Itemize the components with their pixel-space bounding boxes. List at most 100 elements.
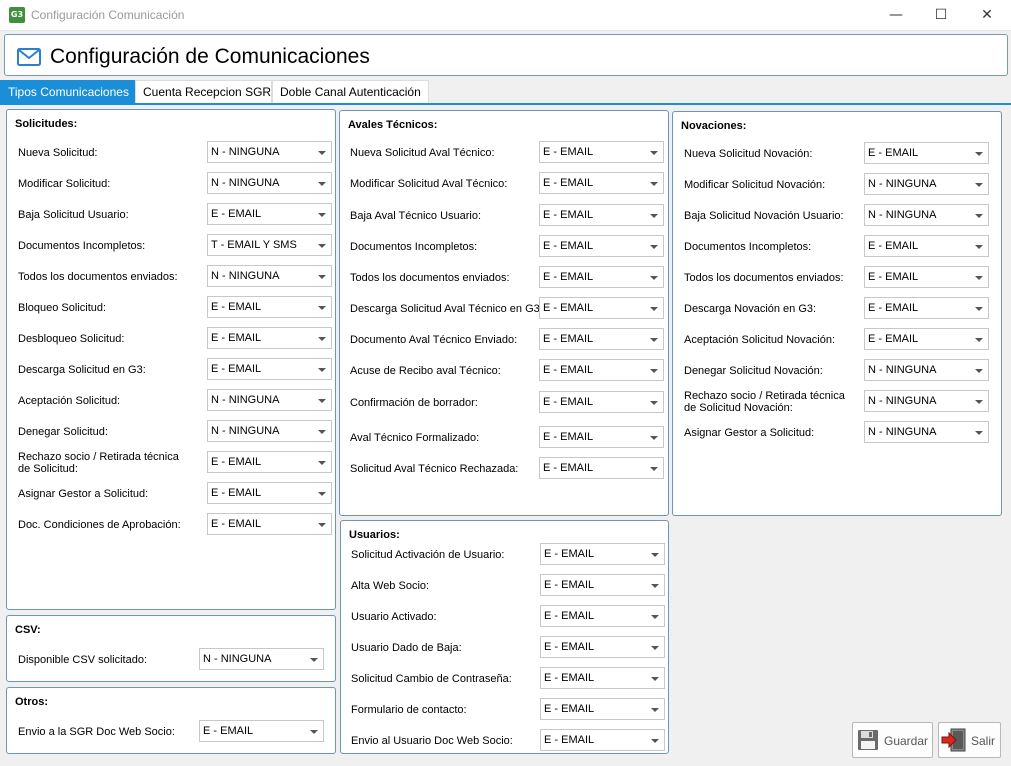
notification-type-select[interactable]: E - EMAIL bbox=[207, 203, 332, 225]
row-label: Bloqueo Solicitud: bbox=[18, 302, 107, 314]
dropdown-arrow-icon[interactable] bbox=[318, 337, 326, 341]
notification-type-select[interactable]: N - NINGUNA bbox=[864, 204, 989, 226]
dropdown-arrow-icon[interactable] bbox=[975, 431, 983, 435]
salir-button[interactable]: Salir bbox=[938, 722, 1001, 758]
notification-type-select[interactable]: N - NINGUNA bbox=[864, 173, 989, 195]
dropdown-arrow-icon[interactable] bbox=[650, 151, 658, 155]
notification-type-select[interactable]: E - EMAIL bbox=[539, 266, 664, 288]
dropdown-arrow-icon[interactable] bbox=[310, 658, 318, 662]
dropdown-arrow-icon[interactable] bbox=[651, 584, 659, 588]
dropdown-arrow-icon[interactable] bbox=[318, 244, 326, 248]
notification-type-select[interactable]: N - NINGUNA bbox=[864, 421, 989, 443]
dropdown-arrow-icon[interactable] bbox=[975, 152, 983, 156]
notification-type-select[interactable]: E - EMAIL bbox=[207, 451, 332, 473]
dropdown-arrow-icon[interactable] bbox=[975, 338, 983, 342]
dropdown-arrow-icon[interactable] bbox=[651, 646, 659, 650]
notification-type-select[interactable]: N - NINGUNA bbox=[864, 390, 989, 412]
notification-type-select[interactable]: E - EMAIL bbox=[864, 328, 989, 350]
notification-type-select[interactable]: E - EMAIL bbox=[540, 667, 665, 689]
close-button[interactable]: ✕ bbox=[964, 0, 1010, 31]
tab-cuenta-recepcion-sgr[interactable]: Cuenta Recepcion SGR bbox=[135, 80, 272, 104]
notification-type-select[interactable]: E - EMAIL bbox=[539, 141, 664, 163]
dropdown-arrow-icon[interactable] bbox=[318, 430, 326, 434]
notification-type-select[interactable]: N - NINGUNA bbox=[207, 420, 332, 442]
dropdown-arrow-icon[interactable] bbox=[650, 307, 658, 311]
dropdown-arrow-icon[interactable] bbox=[318, 399, 326, 403]
dropdown-arrow-icon[interactable] bbox=[318, 523, 326, 527]
dropdown-arrow-icon[interactable] bbox=[975, 400, 983, 404]
window-title: Configuración Comunicación bbox=[31, 8, 185, 22]
notification-type-select[interactable]: E - EMAIL bbox=[207, 327, 332, 349]
dropdown-arrow-icon[interactable] bbox=[975, 183, 983, 187]
dropdown-arrow-icon[interactable] bbox=[318, 151, 326, 155]
notification-type-select[interactable]: E - EMAIL bbox=[864, 266, 989, 288]
notification-type-select[interactable]: E - EMAIL bbox=[540, 729, 665, 751]
notification-type-select[interactable]: E - EMAIL bbox=[539, 204, 664, 226]
dropdown-arrow-icon[interactable] bbox=[650, 436, 658, 440]
dropdown-arrow-icon[interactable] bbox=[650, 214, 658, 218]
guardar-button[interactable]: Guardar bbox=[852, 722, 933, 758]
select-value: N - NINGUNA bbox=[211, 270, 280, 282]
notification-type-select[interactable]: N - NINGUNA bbox=[207, 172, 332, 194]
row-label: Usuario Activado: bbox=[351, 611, 437, 623]
dropdown-arrow-icon[interactable] bbox=[651, 615, 659, 619]
notification-type-select[interactable]: N - NINGUNA bbox=[207, 141, 332, 163]
notification-type-select[interactable]: E - EMAIL bbox=[539, 297, 664, 319]
dropdown-arrow-icon[interactable] bbox=[318, 306, 326, 310]
maximize-button[interactable]: ☐ bbox=[918, 0, 964, 31]
notification-type-select[interactable]: E - EMAIL bbox=[864, 297, 989, 319]
notification-type-select[interactable]: E - EMAIL bbox=[540, 605, 665, 627]
dropdown-arrow-icon[interactable] bbox=[318, 368, 326, 372]
notification-type-select[interactable]: E - EMAIL bbox=[207, 482, 332, 504]
dropdown-arrow-icon[interactable] bbox=[975, 307, 983, 311]
notification-type-select[interactable]: N - NINGUNA bbox=[207, 389, 332, 411]
notification-type-select[interactable]: E - EMAIL bbox=[540, 636, 665, 658]
dropdown-arrow-icon[interactable] bbox=[651, 739, 659, 743]
dropdown-arrow-icon[interactable] bbox=[310, 730, 318, 734]
dropdown-arrow-icon[interactable] bbox=[650, 467, 658, 471]
notification-type-select[interactable]: E - EMAIL bbox=[540, 698, 665, 720]
dropdown-arrow-icon[interactable] bbox=[651, 677, 659, 681]
dropdown-arrow-icon[interactable] bbox=[318, 492, 326, 496]
notification-type-select[interactable]: E - EMAIL bbox=[207, 358, 332, 380]
dropdown-arrow-icon[interactable] bbox=[650, 369, 658, 373]
dropdown-arrow-icon[interactable] bbox=[650, 182, 658, 186]
dropdown-arrow-icon[interactable] bbox=[318, 275, 326, 279]
dropdown-arrow-icon[interactable] bbox=[650, 401, 658, 405]
minimize-button[interactable]: — bbox=[873, 0, 919, 31]
dropdown-arrow-icon[interactable] bbox=[318, 182, 326, 186]
notification-type-select[interactable]: E - EMAIL bbox=[207, 296, 332, 318]
notification-type-select[interactable]: E - EMAIL bbox=[539, 172, 664, 194]
notification-type-select[interactable]: E - EMAIL bbox=[539, 359, 664, 381]
notification-type-select[interactable]: E - EMAIL bbox=[539, 457, 664, 479]
dropdown-arrow-icon[interactable] bbox=[318, 213, 326, 217]
dropdown-arrow-icon[interactable] bbox=[650, 338, 658, 342]
notification-type-select[interactable]: E - EMAIL bbox=[199, 720, 324, 742]
dropdown-arrow-icon[interactable] bbox=[975, 369, 983, 373]
dropdown-arrow-icon[interactable] bbox=[650, 276, 658, 280]
notification-type-select[interactable]: T - EMAIL Y SMS bbox=[207, 234, 332, 256]
notification-type-select[interactable]: E - EMAIL bbox=[539, 328, 664, 350]
select-value: E - EMAIL bbox=[543, 302, 594, 314]
notification-type-select[interactable]: E - EMAIL bbox=[539, 235, 664, 257]
select-value: E - EMAIL bbox=[544, 734, 595, 746]
dropdown-arrow-icon[interactable] bbox=[975, 214, 983, 218]
notification-type-select[interactable]: E - EMAIL bbox=[539, 391, 664, 413]
notification-type-select[interactable]: N - NINGUNA bbox=[864, 359, 989, 381]
dropdown-arrow-icon[interactable] bbox=[650, 245, 658, 249]
notification-type-select[interactable]: N - NINGUNA bbox=[207, 265, 332, 287]
tab-tipos-comunicaciones[interactable]: Tipos Comunicaciones bbox=[0, 80, 135, 104]
notification-type-select[interactable]: E - EMAIL bbox=[540, 574, 665, 596]
dropdown-arrow-icon[interactable] bbox=[651, 708, 659, 712]
dropdown-arrow-icon[interactable] bbox=[975, 245, 983, 249]
dropdown-arrow-icon[interactable] bbox=[975, 276, 983, 280]
dropdown-arrow-icon[interactable] bbox=[318, 461, 326, 465]
notification-type-select[interactable]: E - EMAIL bbox=[207, 513, 332, 535]
notification-type-select[interactable]: E - EMAIL bbox=[864, 142, 989, 164]
notification-type-select[interactable]: E - EMAIL bbox=[540, 543, 665, 565]
notification-type-select[interactable]: E - EMAIL bbox=[864, 235, 989, 257]
dropdown-arrow-icon[interactable] bbox=[651, 553, 659, 557]
tab-doble-canal-autenticacion[interactable]: Doble Canal Autenticación bbox=[272, 80, 429, 104]
notification-type-select[interactable]: N - NINGUNA bbox=[199, 648, 324, 670]
notification-type-select[interactable]: E - EMAIL bbox=[539, 426, 664, 448]
